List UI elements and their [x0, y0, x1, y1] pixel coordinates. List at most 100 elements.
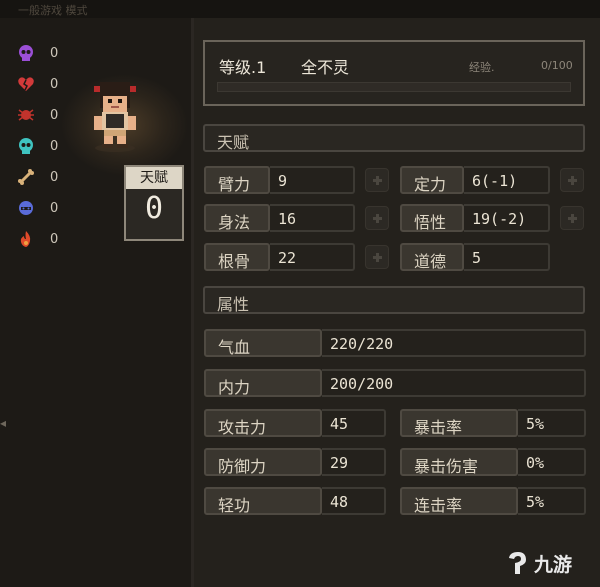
- status-count: 0: [50, 45, 59, 61]
- section-attributes-title: 属性: [217, 295, 250, 314]
- attr-label-crit-damage: 暴击伤害: [400, 448, 518, 476]
- stat-value-text: 9: [278, 172, 288, 190]
- attr-label-text: 暴击率: [414, 418, 463, 437]
- attr-value-text: 45: [330, 415, 349, 433]
- top-bar-text: 一般游戏 模式: [18, 4, 88, 17]
- plus-constitution-button[interactable]: [365, 245, 389, 269]
- character-sprite[interactable]: [80, 72, 150, 152]
- attr-value-text: 0%: [526, 454, 545, 472]
- attr-value-mp: 200/200: [322, 369, 586, 397]
- stat-label-text: 臂力: [218, 175, 251, 194]
- plus-agility-button[interactable]: [365, 206, 389, 230]
- attr-value-hp: 220/220: [322, 329, 586, 357]
- attr-value-combo-rate: 5%: [518, 487, 586, 515]
- attr-value-crit-damage: 0%: [518, 448, 586, 476]
- section-attributes-header: 属性: [203, 286, 585, 314]
- watermark-text: 九游: [534, 553, 573, 576]
- character-header-panel: 等级.1 全不灵 经验. 0/100: [203, 40, 585, 106]
- stat-value-text: 22: [278, 249, 297, 267]
- status-row-red-spider: 0: [16, 104, 58, 126]
- status-count: 0: [50, 107, 59, 123]
- attr-label-combo-rate: 连击率: [400, 487, 518, 515]
- stat-label-comprehension: 悟性: [400, 204, 464, 232]
- stat-label-text: 根骨: [218, 252, 251, 271]
- bone-icon: [16, 167, 36, 187]
- attr-label-text: 连击率: [414, 496, 463, 515]
- attr-value-text: 5%: [526, 493, 545, 511]
- stat-value-agility: 16: [270, 204, 355, 232]
- red-spider-icon: [16, 105, 36, 125]
- stat-label-text: 定力: [414, 175, 447, 194]
- attr-value-attack: 45: [322, 409, 386, 437]
- section-talent-header: 天赋: [203, 124, 585, 152]
- attr-value-lightness: 48: [322, 487, 386, 515]
- plus-comprehension-button[interactable]: [560, 206, 584, 230]
- attr-label-text: 防御力: [218, 457, 267, 476]
- exp-bar: [217, 82, 571, 92]
- left-arrow-icon[interactable]: ◂: [0, 416, 6, 430]
- attr-value-text: 29: [330, 454, 349, 472]
- attr-label-lightness: 轻功: [204, 487, 322, 515]
- attr-label-text: 内力: [218, 378, 251, 397]
- status-count: 0: [50, 169, 59, 185]
- status-row-purple-skull: 0: [16, 42, 58, 64]
- attr-value-defense: 29: [322, 448, 386, 476]
- attr-value-text: 220/220: [330, 335, 394, 353]
- stat-label-morality: 道德: [400, 243, 464, 271]
- exp-label: 经验.: [469, 61, 495, 74]
- attr-label-crit-rate: 暴击率: [400, 409, 518, 437]
- talent-points-value: 0: [144, 191, 164, 226]
- attr-label-attack: 攻击力: [204, 409, 322, 437]
- status-row-broken-heart: 0: [16, 73, 58, 95]
- status-row-blue-ghost: 0: [16, 197, 58, 219]
- attr-label-text: 攻击力: [218, 418, 267, 437]
- fire-icon: [16, 229, 36, 249]
- stat-label-text: 身法: [218, 213, 251, 232]
- stat-value-focus: 6(-1): [464, 166, 550, 194]
- purple-skull-icon: [16, 43, 36, 63]
- stat-value-text: 16: [278, 210, 297, 228]
- status-row-fire: 0: [16, 228, 58, 250]
- stat-value-strength: 9: [270, 166, 355, 194]
- cyan-skull-icon: [16, 136, 36, 156]
- blue-ghost-icon: [16, 198, 36, 218]
- status-row-cyan-skull: 0: [16, 135, 58, 157]
- plus-focus-button[interactable]: [560, 168, 584, 192]
- exp-value: 0/100: [541, 59, 573, 72]
- stat-value-text: 6(-1): [472, 172, 518, 190]
- talent-points-label: 天赋: [126, 167, 182, 189]
- section-talent-title: 天赋: [217, 133, 250, 152]
- attr-label-text: 轻功: [218, 496, 251, 515]
- stat-value-text: 19(-2): [472, 210, 527, 228]
- attr-value-text: 48: [330, 493, 349, 511]
- stat-label-strength: 臂力: [204, 166, 270, 194]
- status-row-bone: 0: [16, 166, 58, 188]
- attr-label-defense: 防御力: [204, 448, 322, 476]
- stat-value-text: 5: [472, 249, 482, 267]
- stat-label-text: 悟性: [414, 213, 447, 232]
- level-text: 等级.1: [219, 58, 267, 77]
- status-count: 0: [50, 231, 59, 247]
- stat-label-agility: 身法: [204, 204, 270, 232]
- stat-value-comprehension: 19(-2): [464, 204, 550, 232]
- broken-heart-icon: [16, 74, 36, 94]
- attr-label-hp: 气血: [204, 329, 322, 357]
- stat-label-focus: 定力: [400, 166, 464, 194]
- status-count: 0: [50, 138, 59, 154]
- status-count: 0: [50, 200, 59, 216]
- stat-value-constitution: 22: [270, 243, 355, 271]
- status-count: 0: [50, 76, 59, 92]
- watermark-logo-icon: [509, 552, 526, 574]
- watermark: 九游: [506, 548, 572, 578]
- stat-value-morality: 5: [464, 243, 550, 271]
- attr-label-text: 暴击伤害: [414, 457, 479, 476]
- plus-strength-button[interactable]: [365, 168, 389, 192]
- attr-label-mp: 内力: [204, 369, 322, 397]
- character-name: 全不灵: [301, 58, 350, 77]
- attr-label-text: 气血: [218, 338, 251, 357]
- attr-value-text: 200/200: [330, 375, 394, 393]
- stat-label-constitution: 根骨: [204, 243, 270, 271]
- stat-label-text: 道德: [414, 252, 447, 271]
- attr-value-text: 5%: [526, 415, 545, 433]
- attr-value-crit-rate: 5%: [518, 409, 586, 437]
